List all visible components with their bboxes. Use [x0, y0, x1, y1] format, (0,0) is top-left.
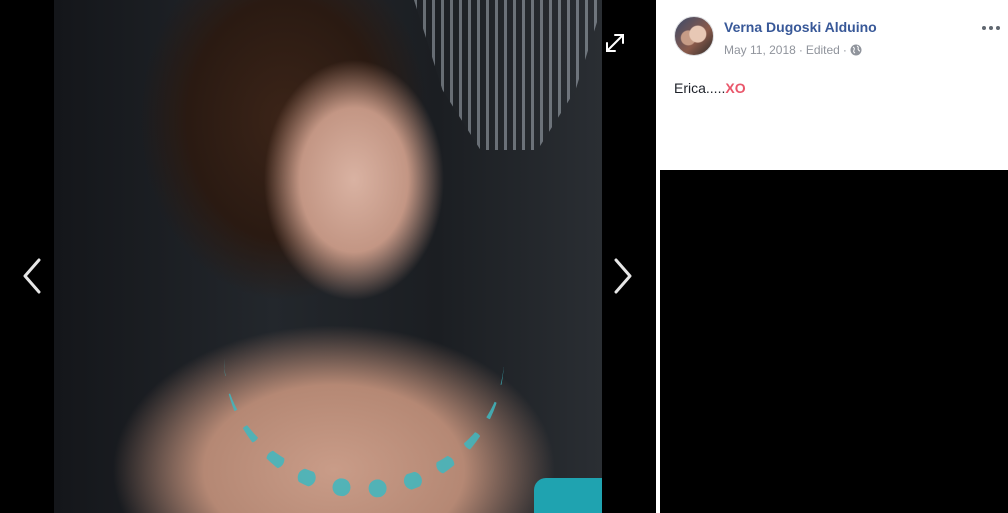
fullscreen-icon [606, 34, 624, 52]
more-options-icon [996, 26, 1000, 30]
photo-fabric [534, 478, 602, 513]
edited-label[interactable]: Edited [806, 43, 840, 57]
post-meta: May 11, 2018 · Edited · [724, 43, 862, 57]
post-text-emphasis: XO [725, 80, 746, 96]
post-date-link[interactable]: May 11, 2018 [724, 43, 796, 57]
post-photo[interactable] [54, 0, 602, 513]
more-options-icon [989, 26, 993, 30]
post-details-panel: Verna Dugoski Alduino May 11, 2018 · Edi… [660, 0, 1008, 170]
author-avatar[interactable] [674, 16, 714, 56]
next-photo-button[interactable] [603, 257, 643, 297]
photo-necklace [224, 330, 504, 498]
more-options-button[interactable] [981, 18, 1001, 38]
photo-chandelier [414, 0, 602, 150]
chevron-right-icon [614, 258, 632, 294]
meta-separator: · [842, 43, 847, 57]
post-text-body: Erica..... [674, 80, 726, 96]
globe-icon[interactable] [850, 44, 862, 56]
more-options-icon [982, 26, 986, 30]
author-name-link[interactable]: Verna Dugoski Alduino [724, 19, 877, 35]
photo-viewer [0, 0, 656, 513]
fullscreen-button[interactable] [604, 32, 626, 54]
previous-photo-button[interactable] [12, 257, 52, 297]
meta-separator: · [798, 43, 803, 57]
post-text: Erica.....XO [674, 80, 746, 96]
chevron-left-icon [23, 258, 41, 294]
